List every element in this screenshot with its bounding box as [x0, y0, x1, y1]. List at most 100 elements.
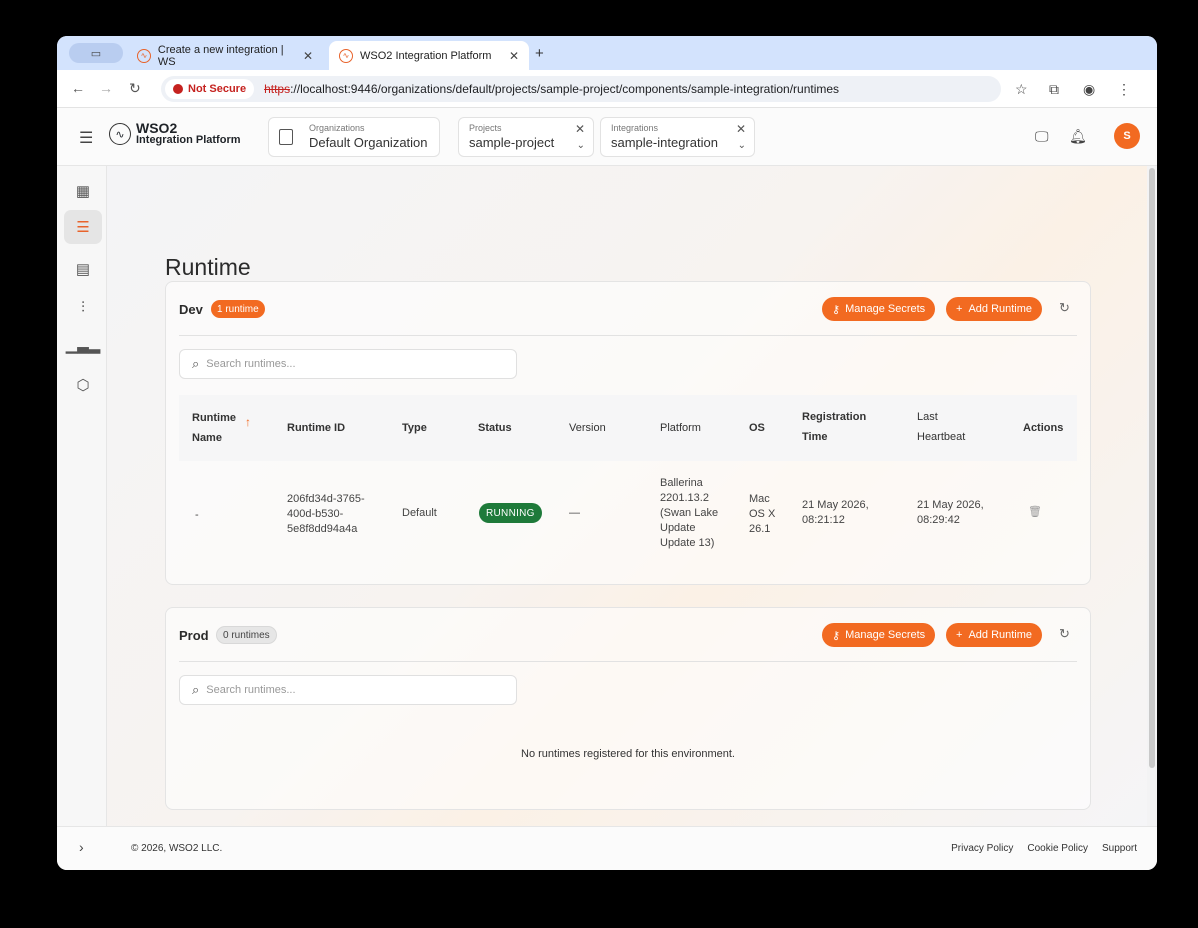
cell-type: Default [402, 507, 437, 519]
manage-secrets-button[interactable]: ⚷ Manage Secrets [822, 623, 936, 647]
org-value: Default Organization [309, 135, 428, 150]
runtime-count-badge: 1 runtime [211, 300, 265, 318]
close-tab-icon[interactable]: ✕ [303, 49, 313, 63]
runtime-count-badge: 0 runtimes [216, 626, 277, 644]
table-header: Runtime Name ↑ Runtime ID Type Status Ve… [179, 395, 1077, 461]
monitor-icon[interactable]: 🖵 [1035, 128, 1049, 145]
expand-sidebar-icon[interactable]: › [79, 839, 84, 855]
chevron-down-icon[interactable]: ⌄ [577, 140, 585, 151]
clear-integration-icon[interactable]: ✕ [736, 122, 746, 136]
menu-icon[interactable]: ☰ [79, 128, 93, 148]
cookie-policy-link[interactable]: Cookie Policy [1027, 843, 1088, 854]
logo-title: WSO2 [136, 120, 178, 136]
cell-registration-time: 21 May 2026, 08:21:12 [802, 499, 869, 526]
cell-version: — [569, 507, 580, 519]
env-name: Prod [179, 628, 209, 643]
prod-environment-card: Prod 0 runtimes ⚷ Manage Secrets + Add Run… [165, 607, 1091, 810]
clear-project-icon[interactable]: ✕ [575, 122, 585, 136]
left-rail: ▦ ☰ ▤ ⫶ ▁▃▂ ⬡ [57, 166, 107, 826]
manage-secrets-button[interactable]: ⚷ Manage Secrets [822, 297, 936, 321]
plus-icon: + [956, 629, 963, 641]
screen-share-icon[interactable]: ⧉ [1049, 81, 1059, 98]
overview-icon[interactable]: ▦ [64, 174, 102, 208]
shield-icon[interactable]: ⬡ [64, 368, 102, 402]
address-bar[interactable]: Not Secure https://localhost:9446/organi… [161, 76, 1001, 102]
cell-os: Mac OS X 26.1 [749, 493, 776, 535]
column-header-actions: Actions [1023, 422, 1064, 434]
status-badge: RUNNING [479, 503, 542, 523]
divider [179, 661, 1077, 662]
column-header-runtime-name[interactable]: Runtime Name [192, 408, 240, 448]
menu-dots-icon[interactable]: ⋮ [1117, 81, 1131, 98]
logo-pulse-icon: ∿ [109, 123, 131, 145]
tab-search-icon[interactable]: ▭ [69, 43, 123, 63]
project-caption: Projects [469, 123, 502, 133]
privacy-policy-link[interactable]: Privacy Policy [951, 843, 1013, 854]
browser-toolbar: ← → ↻ Not Secure https://localhost:9446/… [57, 70, 1157, 108]
search-input[interactable]: ⌕ Search runtimes... [179, 349, 517, 379]
wso2-logo[interactable]: ∿ WSO2 Integration Platform [109, 120, 241, 146]
url-text: https://localhost:9446/organizations/def… [264, 82, 840, 96]
add-runtime-button[interactable]: + Add Runtime [946, 623, 1043, 647]
tab-create-integration[interactable]: ∿ Create a new integration | WS ✕ [127, 41, 323, 70]
column-header-os: OS [749, 422, 765, 434]
column-header-version: Version [569, 422, 606, 434]
bookmark-star-icon[interactable]: ☆ [1015, 81, 1028, 98]
project-value: sample-project [469, 135, 555, 150]
organization-selector[interactable]: Organizations Default Organization [268, 117, 440, 157]
sort-up-arrow-icon[interactable]: ↑ [245, 415, 251, 429]
building-icon [279, 129, 293, 145]
column-header-registration-time: Registration Time [802, 411, 867, 443]
logo-subtitle: Integration Platform [136, 134, 241, 146]
search-icon: ⌕ [192, 682, 200, 697]
cell-runtime-id: 206fd34d-3765-400d-b530-5e8f8dd94a4a [287, 493, 365, 535]
chevron-down-icon[interactable]: ⌄ [738, 140, 746, 151]
cell-runtime-name: - [195, 509, 199, 521]
key-icon: ⚷ [832, 303, 841, 316]
forward-icon[interactable]: → [99, 80, 113, 96]
bell-icon[interactable]: 🔔︎ [1069, 128, 1087, 145]
profile-icon[interactable]: ◉ [1083, 81, 1095, 98]
search-icon: ⌕ [192, 356, 200, 371]
security-badge[interactable]: Not Secure [165, 79, 255, 99]
cell-last-heartbeat: 21 May 2026, 08:29:42 [917, 499, 984, 526]
integration-selector[interactable]: Integrations sample-integration ✕ ⌄ [600, 117, 755, 157]
reload-icon[interactable]: ↻ [129, 80, 141, 97]
env-name: Dev [179, 302, 203, 317]
divider [179, 335, 1077, 336]
support-link[interactable]: Support [1102, 843, 1137, 854]
runtimes-icon[interactable]: ☰ [64, 210, 102, 244]
config-sliders-icon[interactable]: ⫶ [64, 290, 102, 324]
footer: › © 2026, WSO2 LLC. Privacy Policy Cooki… [57, 826, 1157, 870]
new-tab-icon[interactable]: + [535, 45, 544, 62]
page-scrollbar[interactable] [1149, 168, 1155, 768]
column-header-last-heartbeat: Last Heartbeat [917, 411, 966, 443]
main-content: Runtime Dev 1 runtime ⚷ Manage Secrets + A… [107, 166, 1147, 826]
app-header: ☰ ∿ WSO2 Integration Platform Organizati… [57, 108, 1157, 166]
column-header-status: Status [478, 422, 512, 434]
refresh-icon[interactable]: ↻ [1059, 300, 1070, 316]
search-input[interactable]: ⌕ Search runtimes... [179, 675, 517, 705]
logs-icon[interactable]: ▤ [64, 252, 102, 286]
key-icon: ⚷ [832, 629, 841, 642]
tab-title: Create a new integration | WS [157, 43, 284, 68]
page-title: Runtime [165, 254, 251, 280]
close-tab-icon[interactable]: ✕ [509, 49, 519, 63]
plus-icon: + [956, 303, 963, 315]
integration-value: sample-integration [611, 135, 718, 150]
project-selector[interactable]: Projects sample-project ✕ ⌄ [458, 117, 594, 157]
column-header-platform: Platform [660, 422, 701, 434]
delete-trash-icon[interactable]: 🗑︎ [1028, 505, 1042, 520]
copyright: © 2026, WSO2 LLC. [131, 843, 223, 854]
analytics-icon[interactable]: ▁▃▂ [64, 328, 102, 362]
tab-integration-platform[interactable]: ∿ WSO2 Integration Platform ✕ [329, 41, 529, 70]
wso2-favicon-icon: ∿ [137, 48, 151, 63]
org-caption: Organizations [309, 123, 365, 133]
back-icon[interactable]: ← [71, 80, 85, 96]
column-header-type: Type [402, 422, 427, 434]
column-header-runtime-id: Runtime ID [287, 422, 346, 434]
add-runtime-button[interactable]: + Add Runtime [946, 297, 1043, 321]
avatar[interactable]: S [1114, 123, 1140, 149]
refresh-icon[interactable]: ↻ [1059, 626, 1070, 642]
tab-strip: ▭ ∿ Create a new integration | WS ✕ ∿ WS… [57, 36, 1157, 70]
